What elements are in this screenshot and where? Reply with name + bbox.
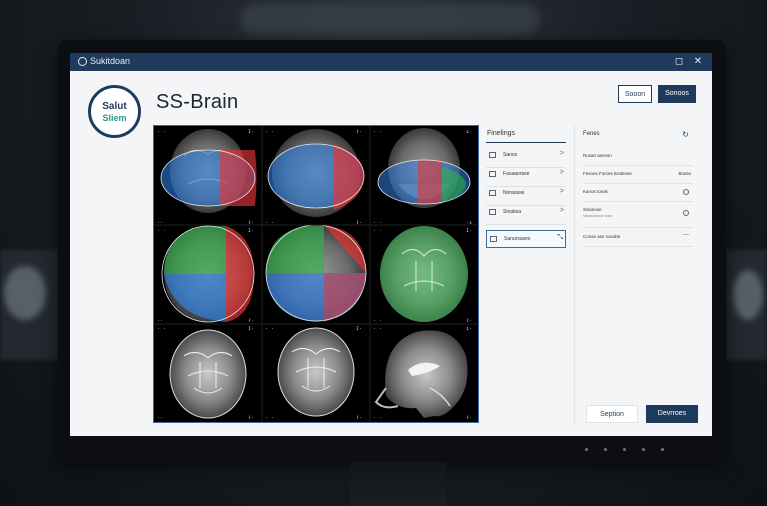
svg-text:I·: I· [248,326,254,332]
footer-button-primary[interactable]: Devrroes [646,405,698,423]
expand-icon[interactable]: ⤡ [557,234,563,242]
scan-cell-1 [160,129,257,213]
background-monitor-right [725,250,767,360]
mri-scan-grid: · · I· · · ℓ· · · ı· ·· ℓ· · · ℓ· · · ·ı · · I·… [154,126,478,422]
properties-header: Fenes [583,131,600,137]
findings-header-underline [486,142,566,143]
property-label: Kanos tosok [583,189,608,194]
svg-text:ℓ·: ℓ· [356,129,362,135]
svg-text:· ·: · · [265,415,274,421]
scan-cell-4 [161,225,255,323]
property-label: Conse ass nosobe [583,234,621,239]
property-label: Rosan asnesn [583,153,612,158]
brand-logo-line1: Salut [102,101,127,112]
svg-text:· ·: · · [157,326,166,332]
svg-text:I·: I· [248,228,254,234]
svg-text:· ·: · · [373,228,382,234]
app-screen: Sukitdoan ◻ ✕ Salut Sliem SS-Brain Sooon… [70,53,712,436]
svg-text:· ·: · · [265,129,274,135]
property-row-5: Conse ass nosobe — [583,228,693,247]
svg-text:I·: I· [248,129,254,135]
title-bar: Sukitdoan ◻ ✕ [70,53,712,71]
chevron-right-icon: > [559,169,564,176]
background-monitor-left [0,250,60,360]
findings-item-label: Sanos [503,152,518,158]
property-row-3: Kanos tosok [583,183,693,202]
findings-item-selected[interactable]: Sanursases ⤡ [486,230,566,248]
more-icon[interactable]: — [683,232,689,238]
page-title: SS-Brain [156,91,239,113]
findings-panel: Finelings Sanos > Fasaaorase > Norasase … [486,125,566,425]
svg-text:· ·: · · [157,228,166,234]
document-icon [489,152,496,158]
scan-cell-3 [377,128,471,208]
scan-cell-8 [277,327,355,417]
mri-viewer[interactable]: · · I· · · ℓ· · · ı· ·· ℓ· · · ℓ· · · ·ı · · I·… [153,125,479,423]
property-value: Bosse [678,171,691,176]
svg-text:I·: I· [356,326,362,332]
svg-text:··: ·· [157,415,163,421]
app-logo-icon [78,57,87,66]
svg-text:· ·: · · [373,318,382,324]
header-button-1[interactable]: Sooon [618,85,652,103]
list-icon [489,171,496,177]
svg-text:··: ·· [157,318,163,324]
background-lamp [240,4,540,34]
maximize-icon[interactable]: ◻ [672,55,686,69]
close-icon[interactable]: ✕ [691,55,705,69]
findings-item-label: Fasaaorase [503,171,530,177]
findings-item-4[interactable]: Sinabsa > [486,202,566,225]
svg-text:ℓ·: ℓ· [248,415,254,421]
monitor-buttons [585,448,664,451]
radio-button[interactable] [683,210,689,216]
findings-item-label: Norasase [503,190,525,196]
property-row-4: Sisanose Nasanorsane sose [583,201,693,228]
property-label: Sisanose [583,207,602,212]
svg-text:ı·: ı· [466,129,472,135]
brand-logo: Salut Sliem [88,85,141,138]
svg-text:ℓ·: ℓ· [466,415,472,421]
grid-icon [489,209,496,215]
scan-cell-5 [265,224,367,322]
app-title: Sukitdoan [90,56,131,66]
chevron-right-icon: > [559,188,564,195]
svg-text:· ·: · · [265,326,274,332]
scan-cell-9 [374,330,468,418]
scan-cell-6 [380,226,468,322]
radio-button[interactable] [683,189,689,195]
grid-icon [489,190,496,196]
property-row-2: Fesnes Forces Endense Bosse [583,165,693,184]
svg-text:I·: I· [466,228,472,234]
scan-cell-2 [267,129,365,217]
findings-item-label: Sanursases [504,236,531,242]
findings-header: Finelings [487,130,516,137]
svg-text:ℓ·: ℓ· [356,415,362,421]
chevron-right-icon: > [559,207,564,214]
svg-text:ı·: ı· [466,326,472,332]
brand-logo-line2: Sliem [102,113,127,123]
property-sublabel: Nasanorsane sose [583,214,613,218]
footer-button-secondary[interactable]: Seption [586,405,638,423]
svg-text:· ·: · · [373,415,382,421]
property-label: Fesnes Forces Endense [583,171,632,176]
chevron-right-icon: > [559,150,564,157]
svg-text:· ·: · · [157,129,166,135]
refresh-icon[interactable]: ↻ [682,130,689,139]
property-row-1: Rosan asnesn [583,147,693,166]
svg-text:ℓ·: ℓ· [248,318,254,324]
document-icon [490,236,497,242]
header-button-2[interactable]: Sonoos [658,85,696,103]
svg-text:· ·: · · [373,326,382,332]
findings-item-label: Sinabsa [503,209,522,215]
svg-text:· ·: · · [373,129,382,135]
monitor-stand [350,462,446,506]
svg-text:ℓ·: ℓ· [466,318,472,324]
properties-panel: Fenes ↻ Rosan asnesn Fesnes Forces Enden… [574,125,699,425]
scan-cell-7 [169,329,247,419]
